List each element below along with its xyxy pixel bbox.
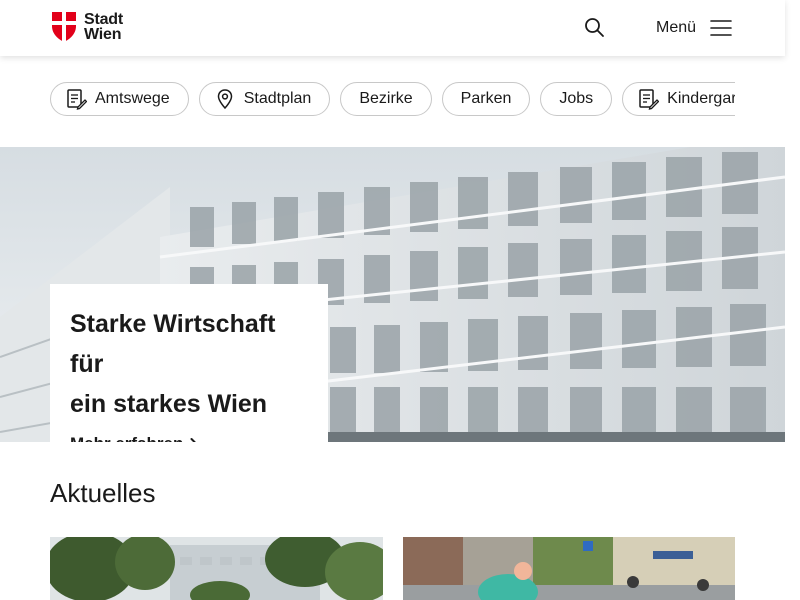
quick-link-label: Amtswege — [95, 90, 170, 107]
quick-link-parken[interactable]: Parken — [441, 82, 531, 116]
hamburger-icon — [710, 20, 732, 36]
hero-card: Starke Wirtschaft für ein starkes Wien M… — [50, 284, 328, 442]
quick-link-label: Parken — [460, 90, 512, 107]
vienna-shield-icon — [52, 12, 76, 42]
quick-links-bar: Amtswege Stadtplan Bezirke Parken Jobs K… — [50, 82, 735, 118]
map-pin-icon — [217, 89, 232, 110]
news-image-trees — [50, 537, 383, 600]
logo-text: Stadt Wien — [84, 11, 124, 43]
quick-links-list: Amtswege Stadtplan Bezirke Parken Jobs K… — [50, 82, 735, 116]
quick-link-bezirke[interactable]: Bezirke — [340, 82, 432, 116]
search-button[interactable] — [582, 15, 608, 41]
mehr-erfahren-link[interactable]: Mehr erfahren — [70, 434, 199, 442]
document-edit-icon — [639, 89, 660, 110]
menu-label: Menü — [656, 19, 697, 36]
quick-link-jobs[interactable]: Jobs — [540, 82, 613, 116]
quick-link-label: Stadtplan — [243, 90, 312, 107]
hero-title: Starke Wirtschaft für ein starkes Wien — [70, 304, 308, 424]
hero-title-line-2: ein starkes Wien — [70, 390, 268, 418]
logo-line-2: Wien — [84, 26, 122, 43]
logo-line-1: Stadt — [84, 11, 124, 28]
hero-banner: Starke Wirtschaft für ein starkes Wien M… — [0, 147, 785, 442]
quick-link-amtswege[interactable]: Amtswege — [50, 82, 189, 116]
search-icon — [585, 18, 604, 37]
quick-link-label: Bezirke — [359, 90, 413, 107]
news-card[interactable] — [50, 537, 383, 600]
quick-link-label: Kindergarten — [667, 90, 735, 107]
news-card[interactable] — [403, 537, 735, 600]
news-image-street — [403, 537, 735, 600]
site-header: Stadt Wien Menü — [0, 0, 785, 56]
chevron-right-icon — [190, 438, 197, 442]
quick-link-stadtplan[interactable]: Stadtplan — [198, 82, 331, 116]
document-edit-icon — [67, 89, 87, 110]
quick-link-kindergarten[interactable]: Kindergarten — [622, 82, 735, 116]
quick-link-label: Jobs — [559, 90, 594, 107]
stadt-wien-logo[interactable]: Stadt Wien — [52, 11, 124, 43]
hero-link-label: Mehr erfahren — [70, 434, 183, 442]
menu-button[interactable]: Menü — [656, 14, 732, 42]
aktuelles-heading: Aktuelles — [50, 478, 156, 508]
hero-title-line-1: Starke Wirtschaft für — [70, 310, 276, 378]
